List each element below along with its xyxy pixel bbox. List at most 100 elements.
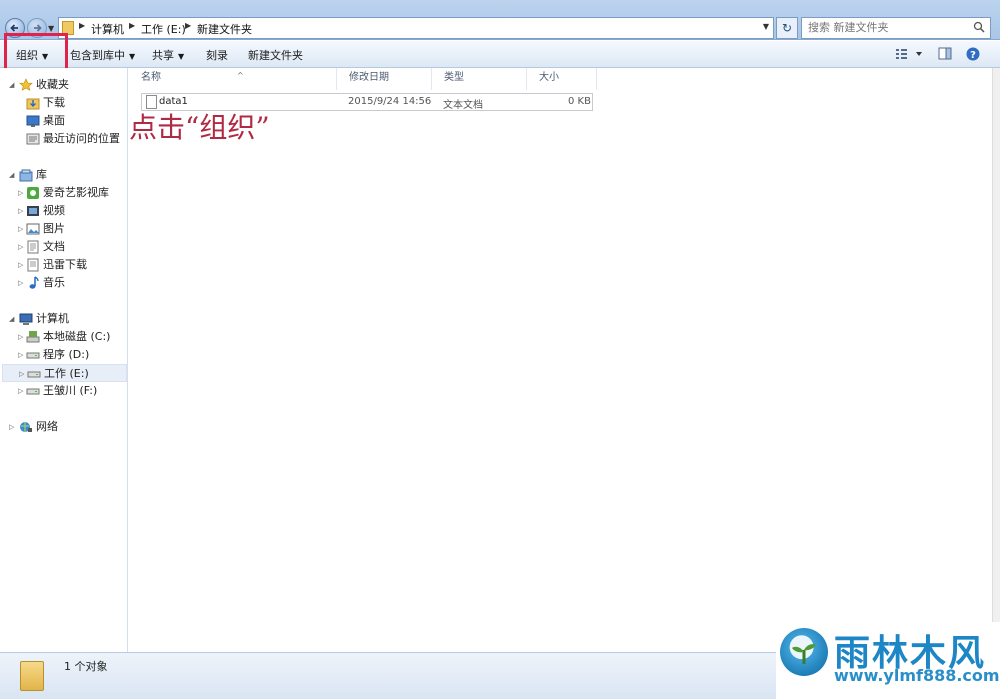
drive-icon [26, 388, 40, 395]
nav-network-label: 网络 [36, 420, 58, 433]
nav-music[interactable]: ▷ 音乐 [0, 274, 127, 292]
chevron-right-icon[interactable]: ▶ [79, 21, 85, 30]
drive-icon [27, 371, 41, 378]
nav-iqiyi[interactable]: ▷ 爱奇艺影视库 [0, 184, 127, 202]
include-in-library-button[interactable]: 包含到库中 ▼ [70, 47, 135, 63]
nav-recent[interactable]: 最近访问的位置 [0, 130, 127, 148]
nav-iqiyi-label: 爱奇艺影视库 [43, 186, 109, 199]
nav-pictures-label: 图片 [43, 222, 65, 235]
nav-videos-label: 视频 [43, 204, 65, 217]
search-icon[interactable] [973, 21, 985, 33]
xunlei-folder-icon [27, 258, 39, 272]
drive-icon [26, 352, 40, 359]
downloads-folder-icon [26, 98, 40, 110]
chevron-down-icon[interactable]: ◢ [9, 166, 19, 184]
nav-network[interactable]: ▷ 网络 [0, 418, 127, 436]
nav-documents-label: 文档 [43, 240, 65, 253]
nav-drive-e-label: 工作 (E:) [44, 367, 89, 380]
chevron-right-icon[interactable]: ▶ [185, 21, 191, 30]
network-icon [20, 422, 32, 432]
column-header-size[interactable]: 大小 [527, 68, 597, 90]
refresh-icon: ↻ [781, 21, 793, 35]
nav-videos[interactable]: ▷ 视频 [0, 202, 127, 220]
preview-pane-icon [938, 47, 952, 60]
column-date-label: 修改日期 [349, 72, 389, 83]
search-input[interactable] [808, 21, 968, 34]
video-icon [27, 206, 39, 216]
view-list-icon [896, 49, 922, 59]
column-type-label: 类型 [444, 72, 464, 83]
share-button[interactable]: 共享 ▼ [152, 47, 184, 63]
sort-ascending-icon: ^ [237, 71, 244, 80]
chevron-right-icon[interactable]: ▶ [129, 21, 135, 30]
help-button[interactable]: ? [966, 47, 980, 64]
nav-favorites-label: 收藏夹 [36, 78, 69, 91]
nav-xunlei[interactable]: ▷ 迅雷下载 [0, 256, 127, 274]
pictures-icon [26, 223, 40, 235]
svg-text:?: ? [970, 50, 976, 61]
watermark: 雨林木风 www.ylmf888.com [776, 622, 1000, 699]
preview-pane-button[interactable] [938, 47, 952, 64]
recent-places-icon [26, 133, 40, 145]
navigation-pane: ◢ 收藏夹 下载 桌面 最近访问的位置 ◢ 库 ▷ 爱奇艺影视库 ▷ 视频 ▷ … [0, 68, 128, 652]
nav-drive-d-label: 程序 (D:) [43, 348, 90, 361]
breadcrumb-drive-e[interactable]: 工作 (E:) [141, 21, 186, 37]
window-right-edge [992, 68, 1000, 652]
search-box[interactable] [801, 17, 991, 39]
annotation-text: 点击“组织” [129, 111, 270, 144]
nav-downloads-label: 下载 [43, 96, 65, 109]
nav-desktop[interactable]: 桌面 [0, 112, 127, 130]
library-icon [19, 169, 33, 182]
include-in-library-label: 包含到库中 [70, 49, 125, 62]
column-header-name[interactable]: 名称 ^ [129, 68, 337, 90]
breadcrumb-new-folder[interactable]: 新建文件夹 [197, 21, 252, 37]
nav-computer-label: 计算机 [36, 312, 69, 325]
documents-icon [27, 240, 39, 254]
nav-music-label: 音乐 [43, 276, 65, 289]
recent-pages-dropdown[interactable]: ▼ [48, 24, 54, 33]
address-bar-area: ▼ ▶ 计算机 ▶ 工作 (E:) ▶ 新建文件夹 ▼ ↻ [0, 0, 1000, 40]
status-item-count: 1 个对象 [64, 660, 108, 673]
nav-computer[interactable]: ◢ 计算机 [0, 310, 127, 328]
help-icon: ? [966, 47, 980, 61]
address-bar[interactable]: ▶ 计算机 ▶ 工作 (E:) ▶ 新建文件夹 ▼ [58, 17, 774, 39]
file-type: 文本文档 [443, 100, 483, 111]
new-folder-button[interactable]: 新建文件夹 [248, 47, 303, 63]
file-size: 0 KB [568, 96, 591, 107]
nav-desktop-label: 桌面 [43, 114, 65, 127]
file-list: 名称 ^ 修改日期 类型 大小 data1 2015/9/24 14:56 文本文… [129, 68, 1000, 652]
nav-libraries[interactable]: ◢ 库 [0, 166, 127, 184]
watermark-logo-icon [780, 628, 828, 676]
nav-pictures[interactable]: ▷ 图片 [0, 220, 127, 238]
address-dropdown-icon[interactable]: ▼ [763, 22, 769, 31]
chevron-down-icon[interactable]: ◢ [9, 76, 19, 94]
nav-favorites[interactable]: ◢ 收藏夹 [0, 76, 127, 94]
view-options-button[interactable] [896, 47, 924, 64]
nav-drive-e[interactable]: ▷ 工作 (E:) [2, 364, 127, 382]
column-size-label: 大小 [539, 72, 559, 83]
system-drive-icon [26, 331, 40, 343]
column-name-label: 名称 [141, 72, 161, 83]
nav-drive-c[interactable]: ▷ 本地磁盘 (C:) [0, 328, 127, 346]
nav-drive-f[interactable]: ▷ 王皱川 (F:) [0, 382, 127, 400]
nav-drive-d[interactable]: ▷ 程序 (D:) [0, 346, 127, 364]
chevron-down-icon[interactable]: ◢ [9, 310, 19, 328]
share-label: 共享 [152, 49, 174, 62]
music-icon [29, 276, 39, 289]
chevron-right-icon[interactable]: ▷ [9, 418, 19, 436]
command-bar: 组织 ▼ 包含到库中 ▼ 共享 ▼ 刻录 新建文件夹 ? [0, 41, 1000, 68]
column-header-type[interactable]: 类型 [432, 68, 527, 90]
burn-button[interactable]: 刻录 [206, 47, 228, 63]
nav-documents[interactable]: ▷ 文档 [0, 238, 127, 256]
sprout-icon [792, 644, 816, 664]
watermark-url: www.ylmf888.com [834, 666, 1000, 685]
nav-recent-label: 最近访问的位置 [43, 132, 120, 145]
breadcrumb-computer[interactable]: 计算机 [91, 21, 124, 37]
refresh-button[interactable]: ↻ [776, 17, 798, 39]
nav-downloads[interactable]: 下载 [0, 94, 127, 112]
column-header-date[interactable]: 修改日期 [337, 68, 432, 90]
chevron-down-icon: ▼ [178, 52, 185, 61]
folder-icon [20, 661, 44, 691]
desktop-icon [26, 115, 40, 127]
nav-libraries-label: 库 [36, 168, 47, 181]
